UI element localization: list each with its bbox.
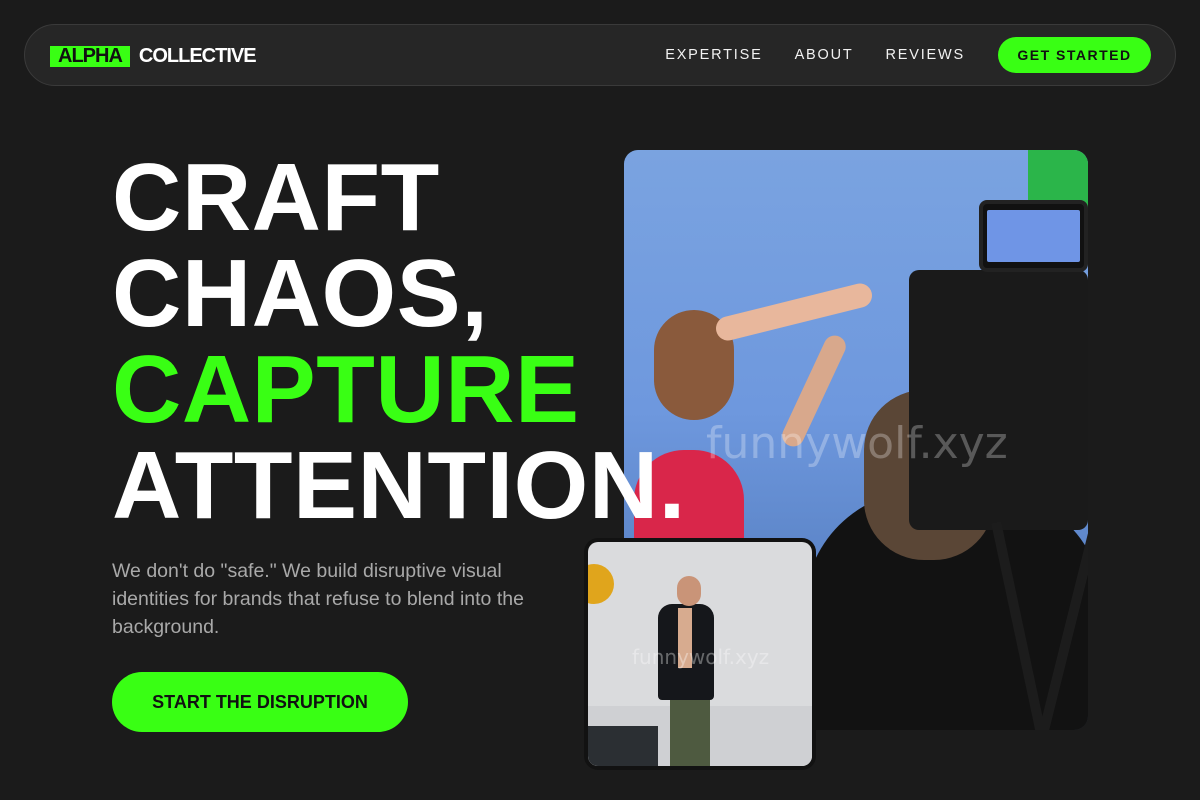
logo-mark: ALPHA [50,46,130,67]
nav-links: EXPERTISE ABOUT REVIEWS [665,47,965,63]
hero-subtitle: We don't do "safe." We build disruptive … [112,560,524,638]
brand-logo[interactable]: ALPHA COLLECTIVE [50,45,257,68]
headline-line-4: ATTENTION. [112,432,686,539]
headline-line-1: CRAFT [112,144,440,251]
monitor-screen [987,210,1080,262]
nav-link-reviews[interactable]: REVIEWS [886,47,965,63]
start-disruption-button[interactable]: START THE DISRUPTION [112,672,408,732]
photo-shape [588,726,658,766]
page: ALPHA COLLECTIVE EXPERTISE ABOUT REVIEWS… [0,0,1200,800]
get-started-button[interactable]: GET STARTED [998,37,1151,73]
monitor-shape [979,200,1088,272]
photo-shape [670,692,710,766]
camera-shape [909,270,1088,530]
hero-photo-model [588,542,812,766]
photo-shape [678,608,692,668]
photo-shape [713,281,875,343]
headline-line-3-accent: CAPTURE [112,336,580,443]
headline-line-2: CHAOS, [112,240,489,347]
hero-headline: CRAFT CHAOS, CAPTURE ATTENTION. [112,150,686,534]
photo-shape [677,576,701,606]
logo-wordmark: COLLECTIVE [138,45,257,67]
nav-link-about[interactable]: ABOUT [795,47,854,63]
photo-shape [778,331,850,451]
photo-shape [588,564,614,604]
nav-link-expertise[interactable]: EXPERTISE [665,47,762,63]
top-navigation: ALPHA COLLECTIVE EXPERTISE ABOUT REVIEWS… [24,24,1176,86]
